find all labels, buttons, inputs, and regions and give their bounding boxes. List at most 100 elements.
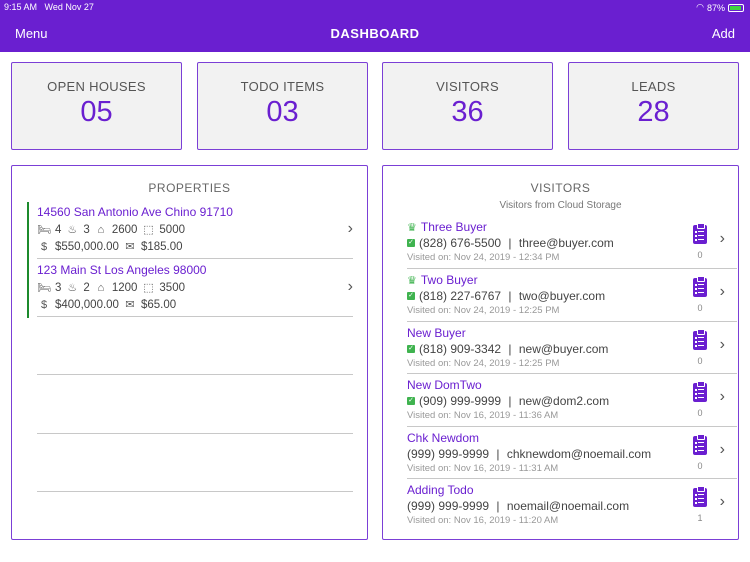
property-lot: 5000 <box>159 223 185 236</box>
visitor-email: chknewdom@noemail.com <box>506 447 652 461</box>
visitor-phone: (909) 999-9999 <box>419 394 502 408</box>
visitor-item[interactable]: ♛ Two Buyer ✓ (818) 227-6767 | two@buyer.c… <box>407 273 727 325</box>
clipboard-icon[interactable] <box>693 486 707 507</box>
menu-button[interactable]: Menu <box>15 26 48 41</box>
bath-icon: ♨ <box>67 282 78 294</box>
visitors-panel: VISITORS Visitors from Cloud Storage ♛ Th… <box>382 165 739 540</box>
property-lot: 3500 <box>159 281 185 294</box>
property-details: 🛏︎ 3 ♨ 2 ⌂ 1200 ⬚ 3500 <box>37 281 353 295</box>
visitor-visited: Visited on: Nov 16, 2019 - 11:36 AM <box>407 410 559 421</box>
chevron-right-icon: › <box>719 388 725 405</box>
clipboard-icon[interactable] <box>693 276 707 297</box>
divider <box>37 316 353 317</box>
visitor-item[interactable]: ♛ Three Buyer ✓ (828) 676-5500 | three@buy… <box>407 220 727 272</box>
stat-card-open-houses[interactable]: OPEN HOUSES 05 <box>11 62 182 150</box>
visitor-contact: ✓ (818) 227-6767 | two@buyer.com <box>407 289 727 303</box>
visitor-visited: Visited on: Nov 16, 2019 - 11:20 AM <box>407 515 559 526</box>
lot-size-icon: ⬚ <box>143 224 154 236</box>
visitor-item[interactable]: New DomTwo ✓ (909) 999-9999 | new@dom2.co… <box>407 378 727 430</box>
visitor-name: Chk Newdom <box>407 431 480 445</box>
chevron-right-icon: › <box>347 278 353 295</box>
property-beds: 4 <box>55 223 62 236</box>
chevron-right-icon: › <box>347 220 353 237</box>
visitor-contact: (999) 999-9999 | chknewdom@noemail.com <box>407 447 727 461</box>
dollar-icon: $ <box>40 240 48 253</box>
todo-count: 0 <box>697 408 703 418</box>
home-icon: ⌂ <box>97 223 105 236</box>
status-date: Wed Nov 27 <box>44 2 94 12</box>
todo-count: 0 <box>697 250 703 260</box>
clipboard-icon[interactable] <box>693 434 707 455</box>
chevron-right-icon: › <box>719 493 725 510</box>
bed-icon: 🛏︎ <box>37 224 51 236</box>
property-price: $550,000.00 <box>55 240 119 253</box>
visitor-contact: ✓ (818) 909-3342 | new@buyer.com <box>407 342 727 356</box>
property-fee: $185.00 <box>140 240 183 253</box>
clipboard-icon[interactable] <box>693 223 707 244</box>
stat-card-visitors[interactable]: VISITORS 36 <box>382 62 553 150</box>
status-indicators: ◠ 87% <box>696 2 744 13</box>
stat-label: TODO ITEMS <box>240 79 325 94</box>
battery-percent: 87% <box>706 2 725 13</box>
property-sqft: 2600 <box>111 223 138 236</box>
visitor-name: New Buyer <box>407 326 466 340</box>
stat-label: VISITORS <box>436 79 499 94</box>
separator: | <box>505 394 515 408</box>
property-address: 14560 San Antonio Ave Chino 91710 <box>37 205 233 219</box>
visitor-name-row: ♛ Three Buyer <box>407 220 727 234</box>
property-baths: 3 <box>83 223 90 236</box>
visitor-item[interactable]: Adding Todo (999) 999-9999 | noemail@noe… <box>407 483 727 535</box>
chevron-right-icon: › <box>719 283 725 300</box>
separator: | <box>505 289 515 303</box>
visitor-item[interactable]: New Buyer ✓ (818) 909-3342 | new@buyer.co… <box>407 326 727 378</box>
todo-count: 0 <box>697 356 703 366</box>
properties-title: PROPERTIES <box>148 181 231 195</box>
page-title: DASHBOARD <box>330 26 420 41</box>
property-item[interactable]: 123 Main St Los Angeles 98000 🛏︎ 3 ♨ 2 ⌂ 12… <box>27 260 353 318</box>
stat-value: 28 <box>637 96 670 128</box>
visitor-name-row: ♛ Two Buyer <box>407 273 727 287</box>
chevron-right-icon: › <box>719 230 725 247</box>
add-button[interactable]: Add <box>712 26 735 41</box>
property-item[interactable]: 14560 San Antonio Ave Chino 91710 🛏︎ 4 ♨ 3… <box>27 202 353 260</box>
visitor-contact: ✓ (909) 999-9999 | new@dom2.com <box>407 394 727 408</box>
check-icon: ✓ <box>407 239 415 247</box>
stat-card-todo-items[interactable]: TODO ITEMS 03 <box>197 62 368 150</box>
empty-row-divider <box>37 433 353 434</box>
property-price: $400,000.00 <box>55 298 119 311</box>
chat-icon: ✉ <box>125 299 135 311</box>
stat-label: OPEN HOUSES <box>47 79 146 94</box>
visitor-name: Adding Todo <box>407 483 474 497</box>
stat-value: 05 <box>80 96 113 128</box>
check-icon: ✓ <box>407 345 415 353</box>
visitor-visited: Visited on: Nov 24, 2019 - 12:34 PM <box>407 252 560 263</box>
visitor-name: Three Buyer <box>420 220 487 234</box>
visitor-phone: (999) 999-9999 <box>407 447 490 461</box>
empty-row-divider <box>37 374 353 375</box>
visitor-item[interactable]: Chk Newdom (999) 999-9999 | chknewdom@no… <box>407 431 727 483</box>
crown-icon: ♛ <box>407 221 417 234</box>
visitor-email: noemail@noemail.com <box>506 499 630 513</box>
clipboard-icon[interactable] <box>693 329 707 350</box>
separator: | <box>493 447 503 461</box>
app-header: 9:15 AM Wed Nov 27 ◠ 87% Menu DASHBOARD … <box>0 0 750 52</box>
divider <box>407 426 737 427</box>
visitor-contact: ✓ (828) 676-5500 | three@buyer.com <box>407 236 727 250</box>
chevron-right-icon: › <box>719 336 725 353</box>
separator: | <box>493 499 503 513</box>
visitor-phone: (818) 909-3342 <box>419 342 502 356</box>
visitor-email: three@buyer.com <box>518 236 614 250</box>
visitor-name-row: New DomTwo <box>407 378 727 392</box>
stat-card-leads[interactable]: LEADS 28 <box>568 62 739 150</box>
bath-icon: ♨ <box>67 224 78 236</box>
status-time-date: 9:15 AM Wed Nov 27 <box>4 2 94 12</box>
separator: | <box>505 236 515 250</box>
property-beds: 3 <box>55 281 62 294</box>
divider <box>407 268 737 269</box>
clipboard-icon[interactable] <box>693 381 707 402</box>
battery-icon <box>728 3 744 12</box>
visitor-name-row: New Buyer <box>407 326 727 340</box>
visitor-name: Two Buyer <box>420 273 478 287</box>
separator: | <box>505 342 515 356</box>
visitors-title: VISITORS <box>530 181 591 195</box>
